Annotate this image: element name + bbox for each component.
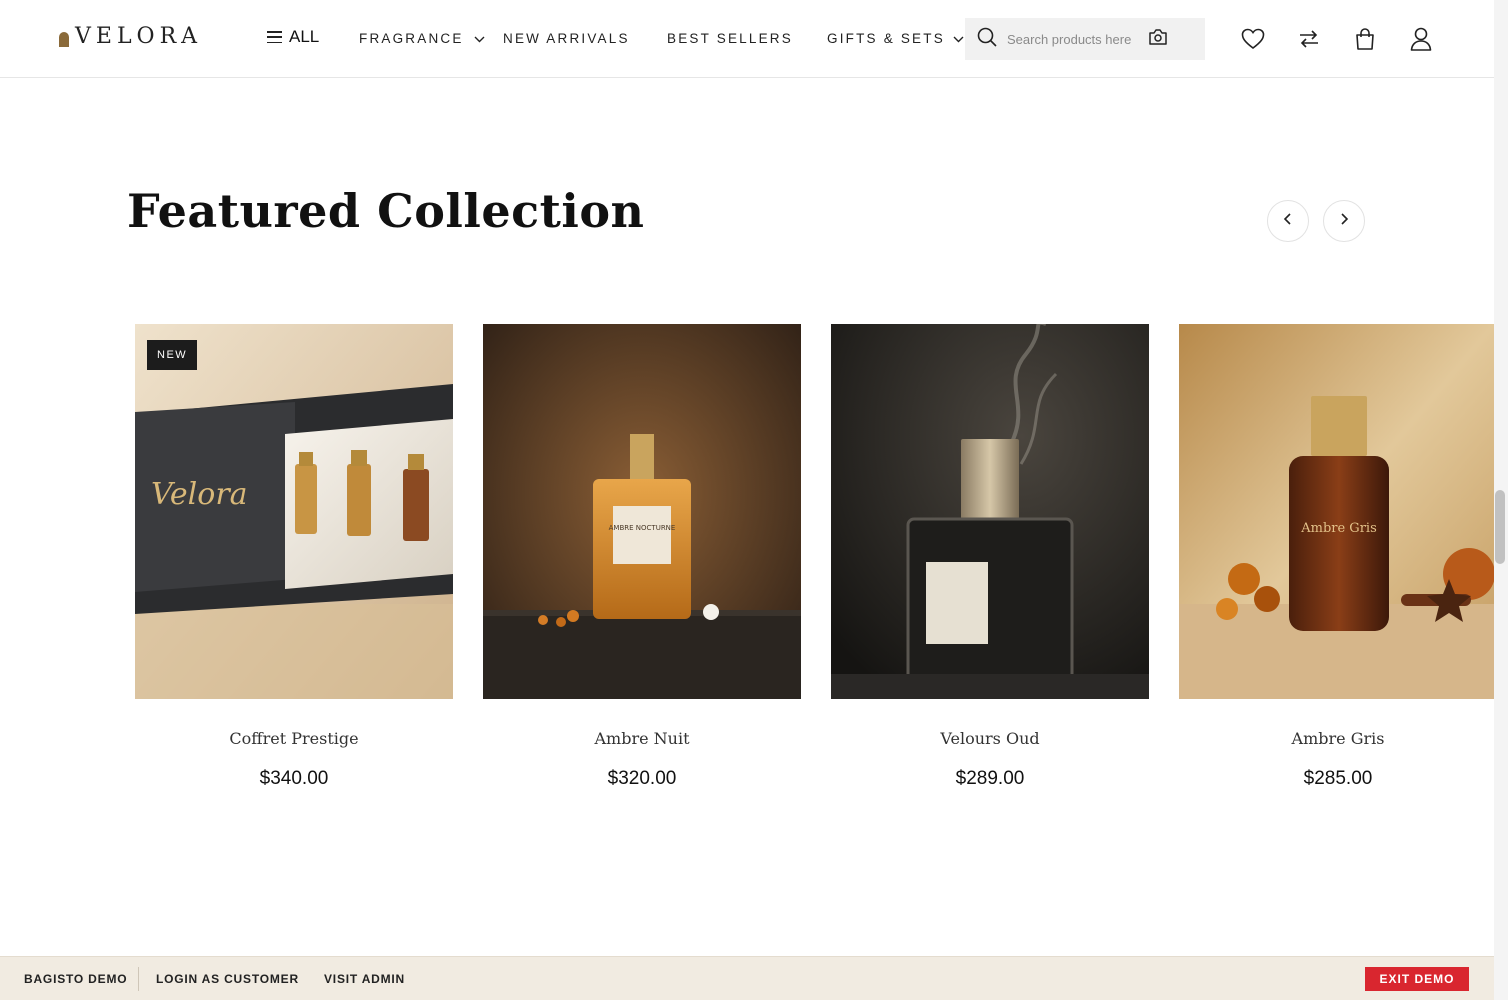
chevron-down-icon bbox=[474, 31, 485, 46]
product-card[interactable]: AMBRE NOCTURNE Ambre Nuit $320.00 bbox=[483, 324, 801, 789]
nav-gifts-sets[interactable]: GIFTS & SETS bbox=[827, 31, 964, 46]
divider bbox=[138, 967, 139, 991]
product-image[interactable] bbox=[831, 324, 1149, 699]
demo-bar: BAGISTO DEMO LOGIN AS CUSTOMER VISIT ADM… bbox=[0, 956, 1494, 1000]
product-price: $320.00 bbox=[607, 768, 677, 789]
user-icon[interactable] bbox=[1408, 26, 1434, 52]
product-name[interactable]: Coffret Prestige bbox=[135, 729, 453, 748]
product-image[interactable]: AMBRE NOCTURNE bbox=[483, 324, 801, 699]
all-categories-button[interactable]: ALL bbox=[267, 27, 319, 47]
logo-mark-icon bbox=[59, 32, 69, 47]
box-brand-text: Velora bbox=[151, 477, 248, 512]
nav-new-arrivals-label: NEW ARRIVALS bbox=[503, 31, 630, 46]
carousel-prev-button[interactable] bbox=[1267, 200, 1309, 242]
chevron-down-icon bbox=[953, 31, 964, 46]
product-name[interactable]: Ambre Gris bbox=[1179, 729, 1497, 748]
product-image[interactable]: Ambre Gris bbox=[1179, 324, 1494, 699]
product-price: $285.00 bbox=[1303, 768, 1373, 789]
product-price: $340.00 bbox=[259, 768, 329, 789]
new-badge: NEW bbox=[147, 340, 198, 370]
bag-icon[interactable] bbox=[1352, 26, 1378, 52]
site-header: VELORA ALL FRAGRANCE NEW ARRIVALS BEST S… bbox=[0, 0, 1494, 78]
product-price: $289.00 bbox=[955, 768, 1025, 789]
nav-new-arrivals[interactable]: NEW ARRIVALS bbox=[503, 31, 630, 46]
compare-icon[interactable] bbox=[1296, 26, 1322, 52]
chevron-right-icon bbox=[1339, 212, 1349, 230]
carousel-next-button[interactable] bbox=[1323, 200, 1365, 242]
nav-gifts-sets-label: GIFTS & SETS bbox=[827, 31, 945, 46]
search-input[interactable] bbox=[1007, 31, 1142, 47]
nav-fragrance-label: FRAGRANCE bbox=[359, 31, 464, 46]
camera-icon[interactable] bbox=[1148, 28, 1168, 51]
logo[interactable]: VELORA bbox=[59, 24, 202, 49]
nav-fragrance[interactable]: FRAGRANCE bbox=[359, 31, 485, 46]
product-card[interactable]: Velours Oud $289.00 bbox=[831, 324, 1149, 789]
exit-demo-button[interactable]: EXIT DEMO bbox=[1365, 967, 1469, 991]
logo-text: VELORA bbox=[75, 24, 203, 49]
login-as-customer-link[interactable]: LOGIN AS CUSTOMER bbox=[156, 972, 299, 986]
search-icon[interactable] bbox=[977, 27, 997, 52]
nav-best-sellers-label: BEST SELLERS bbox=[667, 31, 793, 46]
menu-icon bbox=[267, 31, 282, 43]
product-image[interactable]: Velora NEW bbox=[135, 324, 453, 699]
visit-admin-link[interactable]: VISIT ADMIN bbox=[324, 972, 405, 986]
heart-icon[interactable] bbox=[1240, 26, 1266, 52]
product-card[interactable]: Velora NEW Coffret Prestige $340.00 bbox=[135, 324, 453, 789]
search-bar bbox=[965, 18, 1205, 60]
bottle-label-text: Ambre Gris bbox=[1300, 521, 1377, 536]
chevron-left-icon bbox=[1283, 212, 1293, 230]
section-title: Featured Collection bbox=[127, 184, 645, 238]
nav-best-sellers[interactable]: BEST SELLERS bbox=[667, 31, 793, 46]
bottle-label-text: AMBRE NOCTURNE bbox=[609, 524, 676, 532]
product-name[interactable]: Ambre Nuit bbox=[483, 729, 801, 748]
demo-brand: BAGISTO DEMO bbox=[24, 972, 128, 986]
all-label: ALL bbox=[289, 27, 320, 46]
product-card[interactable]: Ambre Gris Ambre Gris $285.00 bbox=[1179, 324, 1494, 789]
product-name[interactable]: Velours Oud bbox=[831, 729, 1149, 748]
scrollbar-thumb[interactable] bbox=[1495, 490, 1505, 564]
